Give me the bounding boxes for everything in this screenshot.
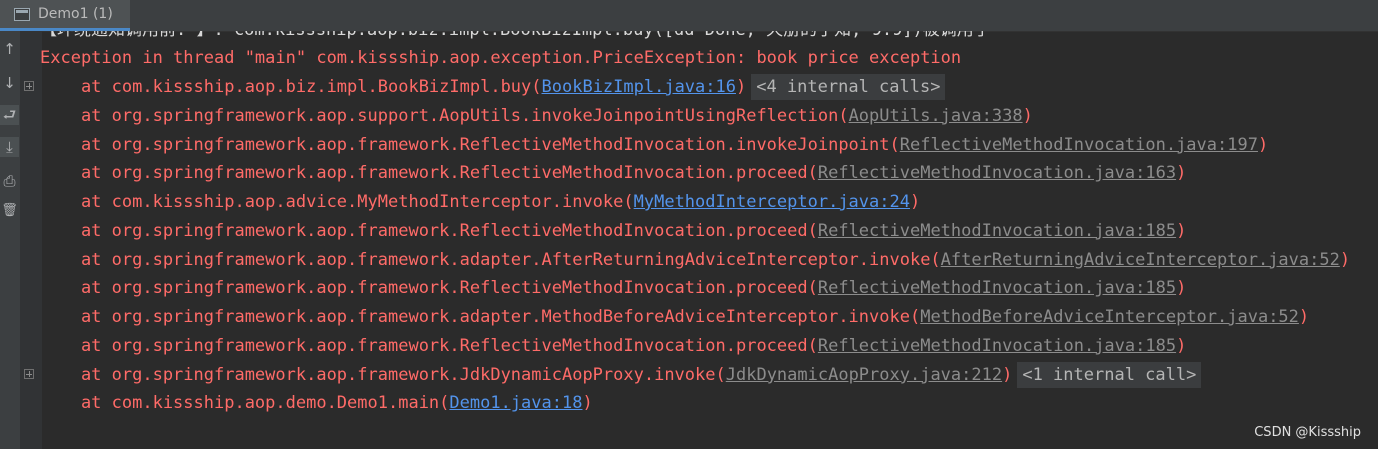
frame-method: at org.springframework.aop.framework.Jdk… [40, 364, 726, 385]
frame-close-paren: ) [1257, 134, 1269, 155]
frame-close-paren: ) [582, 393, 593, 414]
frame-close-paren: ) [1002, 364, 1013, 385]
stack-frame: at org.springframework.aop.framework.Jdk… [40, 361, 1202, 388]
frame-close-paren: ) [735, 77, 747, 97]
frame-close-paren: ) [1298, 307, 1310, 327]
frame-close-paren: ) [1339, 249, 1351, 270]
frame-close-paren: ) [1176, 220, 1187, 241]
stack-frame: at org.springframework.aop.framework.Ref… [40, 275, 1186, 301]
source-link[interactable]: ReflectiveMethodInvocation.java:185 [818, 278, 1176, 298]
source-link[interactable]: BookBizImpl.java:16 [542, 77, 736, 97]
frame-method: at org.springframework.aop.framework.Ref… [40, 220, 818, 241]
source-link[interactable]: MethodBeforeAdviceInterceptor.java:52 [920, 307, 1299, 327]
watermark: CSDN @Kissship [1254, 425, 1361, 440]
trash-icon[interactable]: 🗑 [0, 201, 19, 221]
down-arrow-icon[interactable]: ↓ [0, 73, 19, 93]
frame-method: at org.springframework.aop.framework.ada… [40, 249, 941, 270]
console-toolbar: ↑ ↓ ⮐ ⤓ ⎙ 🗑 [0, 31, 21, 449]
source-link[interactable]: ReflectiveMethodInvocation.java:185 [818, 336, 1176, 356]
stack-frame: at com.kissship.aop.biz.impl.BookBizImpl… [40, 74, 946, 100]
soft-wrap-icon[interactable]: ⮐ [0, 105, 19, 125]
expand-fold-icon[interactable] [24, 81, 34, 91]
exception-line: Exception in thread "main" com.kissship.… [40, 48, 962, 68]
source-link[interactable]: ReflectiveMethodInvocation.java:185 [818, 221, 1176, 241]
console-output[interactable]: 【环绕通知调用前: 】: com.kissship.aop.biz.impl.B… [40, 31, 1378, 449]
frame-close-paren: ) [1176, 163, 1187, 184]
tab-demo1[interactable]: Demo1 (1) [0, 0, 130, 31]
frame-method: at com.kissship.aop.advice.MyMethodInter… [40, 192, 634, 212]
stack-frame: at org.springframework.aop.framework.Ref… [40, 132, 1268, 158]
frame-close-paren: ) [1176, 278, 1187, 299]
console-line-partial: 【环绕通知调用前: 】: com.kissship.aop.biz.impl.B… [40, 31, 991, 43]
stack-frame: at org.springframework.aop.framework.Ref… [40, 160, 1186, 186]
source-link[interactable]: ReflectiveMethodInvocation.java:163 [818, 163, 1176, 183]
frame-close-paren: ) [1176, 335, 1187, 356]
print-icon[interactable]: ⎙ [0, 171, 19, 191]
internal-calls-folded[interactable]: <1 internal call> [1017, 361, 1202, 388]
frame-method: at org.springframework.aop.framework.Ref… [40, 163, 818, 184]
source-link[interactable]: ReflectiveMethodInvocation.java:197 [900, 135, 1258, 155]
stack-frame: at org.springframework.aop.framework.ada… [40, 304, 1309, 330]
frame-method: at org.springframework.aop.framework.Ref… [40, 134, 900, 155]
console-window-icon [14, 8, 30, 21]
frame-method: at org.springframework.aop.support.AopUt… [40, 105, 849, 126]
frame-method: at org.springframework.aop.framework.Ref… [40, 335, 818, 356]
internal-calls-folded[interactable]: <4 internal calls> [751, 74, 946, 100]
frame-close-paren: ) [1022, 105, 1033, 126]
source-link[interactable]: AfterReturningAdviceInterceptor.java:52 [941, 250, 1340, 270]
stack-frame: at org.springframework.aop.framework.Ref… [40, 333, 1186, 359]
tab-title: Demo1 (1) [38, 6, 113, 22]
expand-fold-icon[interactable] [24, 369, 34, 379]
stack-frame: at org.springframework.aop.framework.Ref… [40, 218, 1186, 244]
frame-method: at com.kissship.aop.demo.Demo1.main( [40, 393, 450, 414]
frame-method: at org.springframework.aop.framework.ada… [40, 307, 921, 327]
source-link[interactable]: Demo1.java:18 [449, 393, 582, 413]
frame-method: at org.springframework.aop.framework.Ref… [40, 278, 818, 299]
fold-gutter [20, 31, 42, 449]
source-link[interactable]: MyMethodInterceptor.java:24 [634, 192, 910, 212]
scroll-to-end-icon[interactable]: ⤓ [0, 137, 19, 157]
frame-method: at com.kissship.aop.biz.impl.BookBizImpl… [40, 77, 542, 97]
source-link[interactable]: JdkDynamicAopProxy.java:212 [726, 365, 1002, 385]
stack-frame: at org.springframework.aop.support.AopUt… [40, 103, 1033, 129]
source-link[interactable]: AopUtils.java:338 [849, 106, 1023, 126]
up-arrow-icon[interactable]: ↑ [0, 39, 19, 59]
stack-frame: at com.kissship.aop.demo.Demo1.main(Demo… [40, 390, 593, 416]
tab-bar: Demo1 (1) [0, 0, 1378, 32]
stack-frame: at com.kissship.aop.advice.MyMethodInter… [40, 189, 920, 215]
frame-close-paren: ) [909, 192, 921, 212]
stack-frame: at org.springframework.aop.framework.ada… [40, 247, 1350, 273]
